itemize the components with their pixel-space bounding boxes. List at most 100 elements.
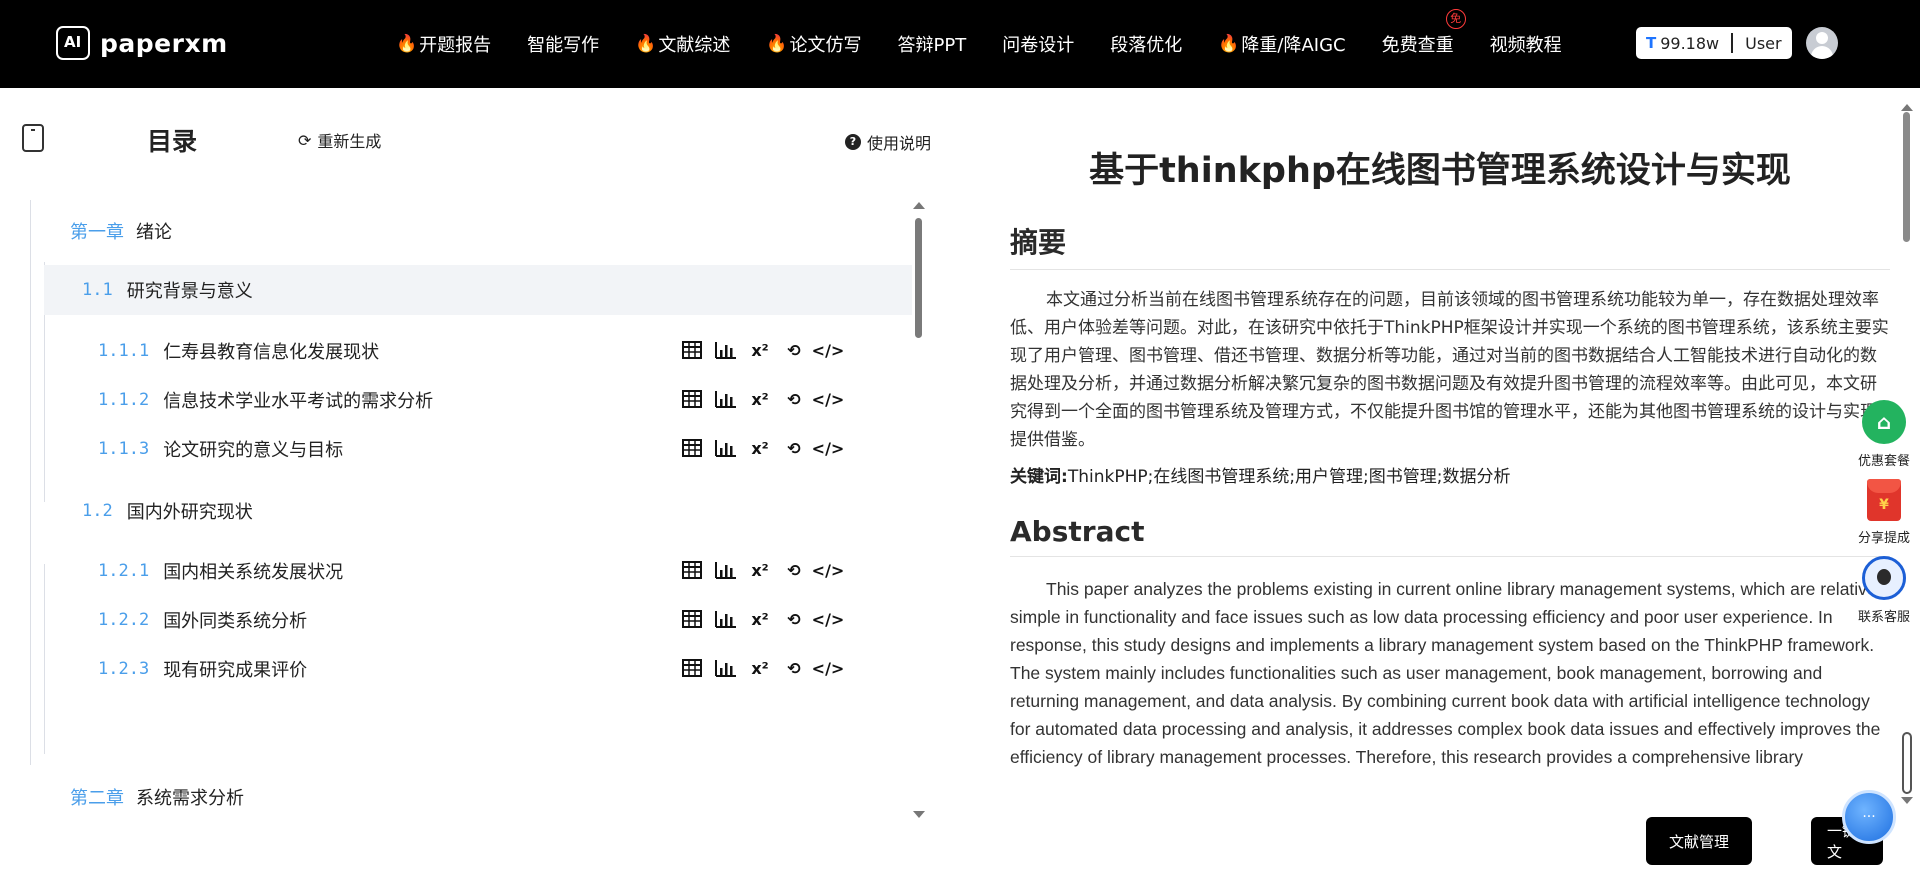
sub-title: 国外同类系统分析: [163, 611, 308, 632]
chart-icon[interactable]: [714, 338, 738, 362]
chart-icon[interactable]: [714, 436, 738, 460]
nav-item-smart-writing[interactable]: 智能写作: [509, 31, 617, 57]
nav-item-free-check[interactable]: 免费查重 免: [1364, 9, 1472, 57]
keywords-value: ThinkPHP;在线图书管理系统;用户管理;图书管理;数据分析: [1067, 467, 1511, 487]
main-nav: 🔥 开题报告 智能写作 🔥 文献综述 🔥 论文仿写 答辩PPT 问卷设计 段落优化 🔥…: [378, 0, 1580, 88]
code-icon[interactable]: </>: [812, 558, 845, 582]
nav-item-questionnaire[interactable]: 问卷设计: [984, 31, 1092, 57]
sub-title: 仁寿县教育信息化发展现状: [163, 342, 380, 363]
fire-icon: 🔥: [635, 34, 657, 54]
scroll-up-icon[interactable]: [913, 202, 925, 209]
toc-section-1-2[interactable]: 1.2 国内外研究现状: [44, 486, 912, 536]
customer-service-icon: [1861, 556, 1906, 600]
toc-title: 目录: [147, 127, 198, 156]
token-balance: 99.18w: [1660, 33, 1720, 53]
formula-icon[interactable]: x²: [748, 558, 772, 582]
formula-icon[interactable]: x²: [748, 387, 772, 411]
chat-bubble-icon[interactable]: ···: [1842, 790, 1896, 844]
nav-item-paper-imitation[interactable]: 🔥 论文仿写: [748, 31, 879, 57]
nav-label: 降重/降AIGC: [1241, 35, 1346, 56]
table-icon[interactable]: [680, 387, 704, 411]
nav-item-reduce-duplication[interactable]: 🔥 降重/降AIGC: [1200, 31, 1363, 57]
sub-title: 国内相关系统发展状况: [163, 562, 344, 583]
rewrite-icon[interactable]: ⟲: [782, 656, 806, 680]
scroll-up-icon[interactable]: [1901, 104, 1913, 111]
code-icon[interactable]: </>: [812, 656, 845, 680]
formula-icon[interactable]: x²: [748, 436, 772, 460]
logo[interactable]: paperxm: [56, 26, 228, 60]
formula-icon[interactable]: x²: [748, 607, 772, 631]
share-commission-button[interactable]: ¥ 分享提成: [1858, 479, 1910, 546]
rewrite-icon[interactable]: ⟲: [782, 558, 806, 582]
code-icon[interactable]: </>: [812, 436, 845, 460]
toc-chapter-1[interactable]: 第一章 绪论: [70, 218, 172, 244]
chart-icon[interactable]: [714, 387, 738, 411]
nav-label: 免费查重: [1381, 35, 1454, 56]
rewrite-icon[interactable]: ⟲: [782, 436, 806, 460]
row-tools: x² ⟲ </>: [680, 607, 845, 631]
regenerate-label: 重新生成: [317, 132, 382, 151]
code-icon[interactable]: </>: [812, 387, 845, 411]
sub-number: 1.2.3: [98, 659, 150, 679]
rewrite-icon[interactable]: ⟲: [782, 338, 806, 362]
literature-manage-button[interactable]: 文献管理: [1646, 817, 1752, 865]
refresh-icon: ⟳: [298, 130, 312, 150]
code-icon[interactable]: </>: [812, 338, 845, 362]
nav-item-literature-review[interactable]: 🔥 文献综述: [617, 31, 748, 57]
chapter-title: 系统需求分析: [136, 788, 244, 809]
sub-title: 信息技术学业水平考试的需求分析: [163, 391, 434, 412]
yuan-symbol: ¥: [1879, 497, 1889, 513]
abstract-heading: 摘要: [1010, 221, 1890, 270]
logo-icon: [56, 26, 90, 60]
formula-icon[interactable]: x²: [748, 338, 772, 362]
tablet-icon[interactable]: [22, 124, 44, 152]
table-icon[interactable]: [680, 607, 704, 631]
scroll-thumb[interactable]: [1903, 112, 1910, 242]
abstract-en-text: This paper analyzes the problems existin…: [1010, 579, 1890, 767]
row-tools: x² ⟲ </>: [680, 436, 845, 460]
toc-section-1-1[interactable]: 1.1 研究背景与意义: [44, 265, 912, 315]
table-icon[interactable]: [680, 656, 704, 680]
nav-item-defense-ppt[interactable]: 答辩PPT: [880, 31, 985, 57]
rewrite-icon[interactable]: ⟲: [782, 387, 806, 411]
nav-item-paragraph-optimize[interactable]: 段落优化: [1092, 31, 1200, 57]
regenerate-button[interactable]: ⟳ 重新生成: [298, 128, 381, 152]
toc-chapter-2[interactable]: 第二章 系统需求分析: [70, 784, 244, 810]
scroll-mini-thumb[interactable]: [1902, 732, 1912, 794]
contact-service-button[interactable]: 联系客服: [1858, 556, 1910, 625]
rewrite-icon[interactable]: ⟲: [782, 607, 806, 631]
abstract-en-heading: Abstract: [1010, 515, 1890, 557]
avatar[interactable]: [1806, 27, 1838, 59]
chart-icon[interactable]: [714, 607, 738, 631]
formula-icon[interactable]: x²: [748, 656, 772, 680]
row-tools: x² ⟲ </>: [680, 387, 845, 411]
toc-scrollbar[interactable]: [912, 200, 926, 820]
nav-label: 问卷设计: [1002, 35, 1075, 56]
scroll-down-icon[interactable]: [1901, 797, 1913, 804]
nav-label: 答辩PPT: [897, 35, 967, 56]
service-label: 联系客服: [1857, 610, 1910, 625]
scroll-thumb[interactable]: [915, 218, 922, 338]
table-icon[interactable]: [680, 338, 704, 362]
table-icon[interactable]: [680, 558, 704, 582]
offer-package-button[interactable]: ⌂ 优惠套餐: [1858, 400, 1910, 469]
chart-icon[interactable]: [714, 656, 738, 680]
fire-icon: 🔥: [1218, 34, 1240, 54]
nav-item-video-tutorial[interactable]: 视频教程: [1472, 31, 1580, 57]
user-token-box[interactable]: T 99.18w User: [1636, 27, 1792, 59]
table-icon[interactable]: [680, 436, 704, 460]
toc-header: 目录 ⟳ 重新生成 ? 使用说明: [0, 120, 960, 160]
code-icon[interactable]: </>: [812, 607, 845, 631]
side-floating-menu: ⌂ 优惠套餐 ¥ 分享提成 联系客服: [1852, 400, 1916, 625]
sub-title: 论文研究的意义与目标: [163, 440, 344, 461]
keywords-label: 关键词:: [1010, 467, 1068, 487]
chart-icon[interactable]: [714, 558, 738, 582]
offer-label: 优惠套餐: [1857, 454, 1910, 469]
scroll-down-icon[interactable]: [913, 811, 925, 818]
nav-label: 智能写作: [527, 35, 600, 56]
help-button[interactable]: ? 使用说明: [845, 130, 931, 154]
red-packet-icon: ¥: [1866, 479, 1901, 521]
nav-item-proposal[interactable]: 🔥 开题报告: [378, 31, 509, 57]
section-number: 1.1: [82, 280, 113, 300]
chapter-number: 第一章: [70, 222, 124, 243]
